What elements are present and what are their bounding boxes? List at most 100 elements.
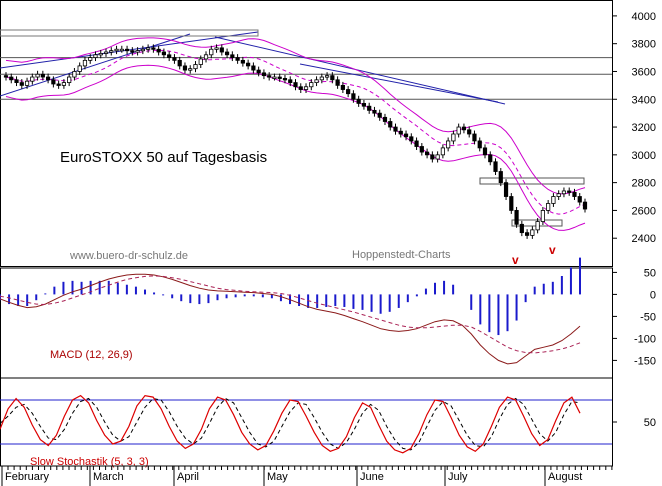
macd-title: MACD (12, 26,9) — [50, 349, 133, 361]
candle — [382, 116, 388, 122]
candle — [477, 140, 482, 149]
candle — [319, 76, 324, 81]
candle — [130, 50, 135, 53]
stochastic-frame — [0, 377, 613, 467]
trend-line — [0, 33, 191, 97]
candle — [493, 161, 498, 172]
watermark-text: www.buero-dr-schulz.de — [69, 250, 188, 262]
candle — [288, 79, 293, 83]
candle — [503, 182, 509, 197]
candle — [556, 193, 561, 197]
candle — [535, 221, 540, 231]
candle — [335, 79, 340, 86]
candle — [430, 154, 435, 160]
candle — [146, 47, 151, 50]
candle — [351, 93, 356, 100]
candle — [256, 69, 261, 74]
range-box — [479, 177, 585, 185]
month-label: June — [360, 471, 384, 483]
candle — [46, 76, 51, 81]
candle — [161, 51, 167, 56]
candle — [514, 210, 519, 225]
macd-tick-label: -50 — [640, 311, 656, 323]
price-tick-label: 2600 — [632, 205, 656, 217]
signal-marker: v — [549, 243, 556, 257]
candle — [467, 129, 472, 135]
candle — [419, 146, 424, 153]
candle — [282, 78, 288, 81]
trend-line — [299, 63, 499, 103]
price-tick-label: 2400 — [632, 233, 656, 245]
candle — [567, 190, 572, 193]
candle — [124, 48, 130, 52]
candle — [293, 82, 298, 88]
candle — [219, 47, 224, 53]
candle — [509, 196, 514, 211]
macd-tick-label: -100 — [634, 333, 656, 345]
month-label: May — [267, 471, 288, 483]
candle — [235, 57, 240, 61]
stochastic-d-line — [0, 397, 581, 451]
candle — [30, 76, 35, 82]
candle — [403, 133, 409, 138]
candle — [35, 73, 40, 78]
price-panel: 4000 3800 3600 3400 3200 3000 2800 2600 2400 Euro… — [0, 0, 656, 267]
candle — [272, 76, 277, 79]
stochastic-panel: 50Slow Stochastik (5, 3, 3) — [0, 377, 656, 468]
candle — [56, 83, 61, 86]
candle — [114, 48, 119, 52]
candle — [346, 89, 351, 95]
macd-tick-label: 0 — [650, 289, 656, 301]
candle — [372, 109, 377, 114]
candle — [156, 48, 161, 53]
candle — [193, 64, 198, 70]
candle — [582, 201, 588, 210]
candle — [540, 210, 545, 222]
x-axis: February March April May June July August — [0, 465, 613, 486]
candle — [82, 59, 88, 67]
candle — [446, 140, 451, 149]
candle — [77, 65, 82, 72]
chart-canvas: 4000 3800 3600 3400 3200 3000 2800 2600 2400 Euro… — [0, 0, 656, 486]
candle — [367, 105, 372, 111]
candle — [525, 232, 530, 236]
candle — [61, 82, 67, 86]
candle — [230, 54, 235, 58]
candle — [72, 71, 77, 78]
month-label: March — [93, 471, 124, 483]
candle — [451, 133, 456, 142]
candle — [140, 48, 145, 52]
candle — [198, 58, 203, 65]
candle — [40, 73, 45, 78]
candle — [19, 82, 24, 86]
month-label: August — [548, 471, 582, 483]
candle — [398, 130, 403, 135]
candle — [267, 75, 272, 78]
candle — [472, 133, 477, 142]
candle — [240, 59, 245, 64]
candle — [519, 223, 524, 234]
candle — [3, 75, 9, 78]
candle — [103, 51, 109, 54]
candle — [361, 103, 367, 107]
macd-panel: 50 0 -50 -100 -150 MACD (12, 26,9) — [0, 257, 656, 379]
price-tick-label: 3200 — [632, 122, 656, 134]
candle — [261, 72, 267, 77]
candle — [246, 62, 251, 67]
candle — [572, 191, 577, 197]
moving-average-line — [5, 49, 586, 215]
candle — [188, 68, 193, 71]
candle — [488, 154, 493, 163]
price-tick-label: 2800 — [632, 178, 656, 190]
candle — [88, 57, 93, 61]
candle — [435, 154, 440, 160]
range-box — [0, 29, 259, 37]
candle — [119, 48, 124, 52]
candle — [303, 86, 309, 90]
candle — [530, 229, 535, 236]
candle — [167, 54, 172, 58]
price-tick-label: 3400 — [632, 94, 656, 106]
month-label: July — [448, 471, 468, 483]
candle — [251, 65, 256, 71]
candle — [356, 98, 361, 104]
